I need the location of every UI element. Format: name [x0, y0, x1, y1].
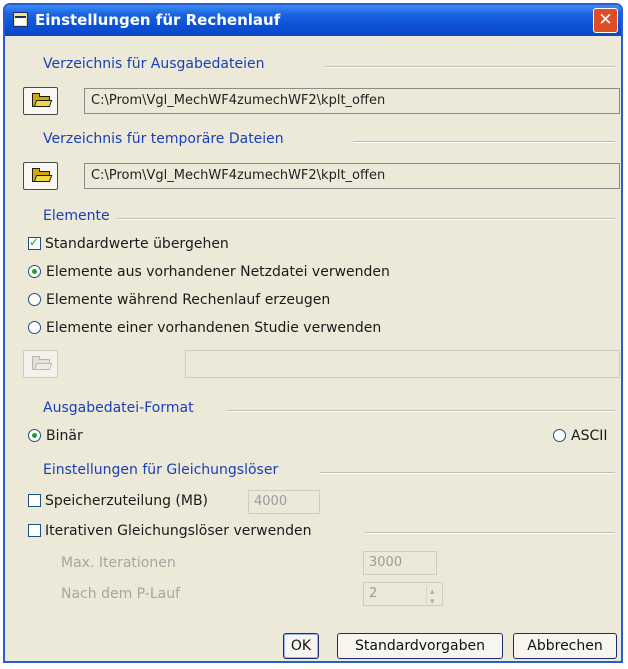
memory-label: Speicherzuteilung (MB): [45, 493, 209, 509]
divider: [365, 532, 615, 534]
after-p-run-spinner[interactable]: 2: [363, 581, 443, 613]
radio-empty-icon: [553, 429, 566, 442]
radio-existing-study[interactable]: Elemente einer vorhandenen Studie verwen…: [28, 320, 381, 340]
open-folder-icon: [32, 356, 50, 370]
open-folder-icon: [32, 93, 50, 107]
window-title: Einstellungen für Rechenlauf: [35, 11, 281, 29]
after-p-run-label: Nach dem P-Lauf: [61, 586, 181, 602]
study-browse-button[interactable]: [23, 350, 58, 378]
radio-selected-icon: [28, 429, 41, 442]
restore-defaults-button[interactable]: Standardvorgaben: [337, 633, 503, 659]
divider: [117, 218, 615, 220]
radio-ascii-label: ASCII: [571, 428, 608, 444]
checkbox-empty-icon: [28, 524, 41, 537]
override-defaults-label: Standardwerte übergehen: [45, 236, 229, 252]
output-dir-browse-button[interactable]: [23, 87, 58, 115]
divider: [227, 410, 615, 412]
divider: [353, 141, 615, 143]
title-bar[interactable]: Einstellungen für Rechenlauf ✕: [5, 5, 621, 36]
radio-binary[interactable]: Binär: [28, 428, 83, 448]
open-folder-icon: [32, 168, 50, 182]
output-dir-heading: Verzeichnis für Ausgabedateien: [43, 56, 265, 72]
solver-heading: Einstellungen für Gleichungslöser: [43, 462, 279, 478]
temp-dir-field[interactable]: C:\Prom\Vgl_MechWF4zumechWF2\kplt_offen: [84, 163, 620, 189]
settings-dialog: Einstellungen für Rechenlauf ✕ Verzeichn…: [3, 3, 623, 663]
memory-checkbox[interactable]: Speicherzuteilung (MB): [28, 493, 208, 513]
radio-selected-icon: [28, 265, 41, 278]
divider: [320, 472, 615, 474]
radio-generate-label: Elemente während Rechenlauf erzeugen: [46, 292, 331, 308]
window-icon: [13, 12, 28, 27]
format-heading: Ausgabedatei-Format: [43, 400, 194, 416]
radio-ascii[interactable]: ASCII: [553, 428, 608, 448]
memory-input[interactable]: 4000: [248, 490, 320, 514]
checkbox-empty-icon: [28, 494, 41, 507]
elements-heading: Elemente: [43, 208, 110, 224]
checkbox-checked-icon: [28, 235, 41, 250]
radio-generate-during-run[interactable]: Elemente während Rechenlauf erzeugen: [28, 292, 330, 312]
after-p-run-value: 2: [369, 586, 378, 601]
iterative-solver-label: Iterativen Gleichungslöser verwenden: [45, 523, 312, 539]
divider: [325, 66, 615, 68]
radio-empty-icon: [28, 293, 41, 306]
radio-existing-mesh[interactable]: Elemente aus vorhandener Netzdatei verwe…: [28, 264, 390, 284]
cancel-button[interactable]: Abbrechen: [513, 633, 617, 659]
max-iterations-label: Max. Iterationen: [61, 555, 176, 571]
temp-dir-heading: Verzeichnis für temporäre Dateien: [43, 131, 284, 147]
radio-binary-label: Binär: [46, 428, 83, 444]
radio-existing-mesh-label: Elemente aus vorhandener Netzdatei verwe…: [46, 264, 390, 280]
study-path-field[interactable]: [185, 350, 620, 378]
radio-existing-study-label: Elemente einer vorhandenen Studie verwen…: [46, 320, 382, 336]
ok-button[interactable]: OK: [283, 633, 319, 659]
close-button[interactable]: ✕: [593, 8, 618, 33]
override-defaults-checkbox[interactable]: Standardwerte übergehen: [28, 235, 229, 256]
temp-dir-browse-button[interactable]: [23, 162, 58, 190]
radio-empty-icon: [28, 321, 41, 334]
iterative-solver-checkbox[interactable]: Iterativen Gleichungslöser verwenden: [28, 523, 311, 543]
spinner-arrows-icon[interactable]: [426, 581, 441, 613]
max-iterations-input[interactable]: 3000: [363, 551, 437, 575]
output-dir-field[interactable]: C:\Prom\Vgl_MechWF4zumechWF2\kplt_offen: [84, 88, 620, 114]
